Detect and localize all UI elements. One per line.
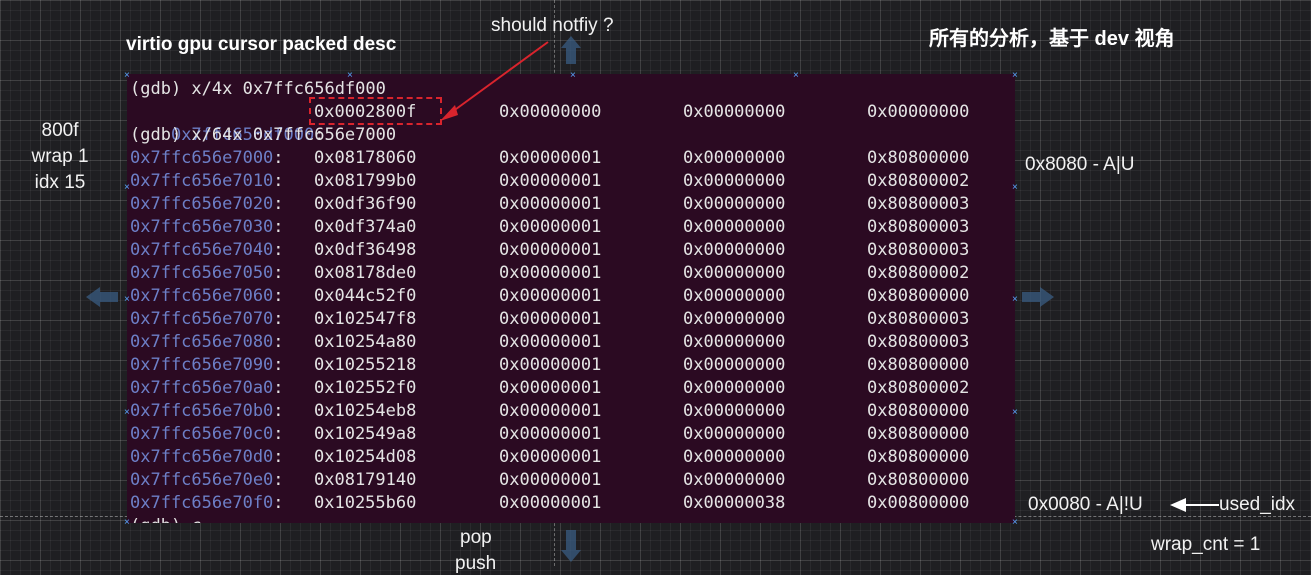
resize-handle[interactable]: × xyxy=(570,71,576,81)
flags-used-label: 0x8080 - A|U xyxy=(1025,154,1135,175)
resize-handle[interactable]: × xyxy=(124,408,130,418)
notify-arrow xyxy=(440,41,1219,512)
used-idx-label: used_idx xyxy=(1219,494,1296,515)
resize-handle[interactable]: × xyxy=(1012,71,1018,81)
wrap-count-label: wrap_cnt = 1 xyxy=(1151,534,1261,555)
flags-avail-label: 0x0080 - A|!U xyxy=(1028,494,1143,515)
used-idx-arrow-icon xyxy=(1170,498,1186,512)
resize-handle[interactable]: × xyxy=(1012,295,1018,305)
resize-handle[interactable]: × xyxy=(1012,183,1018,193)
resize-handle[interactable]: × xyxy=(1012,408,1018,418)
pop-label: pop xyxy=(460,527,492,548)
arrow-head-icon xyxy=(440,105,458,121)
push-label: push xyxy=(455,553,497,574)
resize-handle[interactable]: × xyxy=(124,518,130,528)
resize-handle[interactable]: × xyxy=(124,295,130,305)
resize-handle[interactable]: × xyxy=(124,71,130,81)
resize-handle[interactable]: × xyxy=(124,183,130,193)
resize-handle[interactable]: × xyxy=(1012,518,1018,528)
resize-handle[interactable]: × xyxy=(347,71,353,81)
resize-handle[interactable]: × xyxy=(793,71,799,81)
